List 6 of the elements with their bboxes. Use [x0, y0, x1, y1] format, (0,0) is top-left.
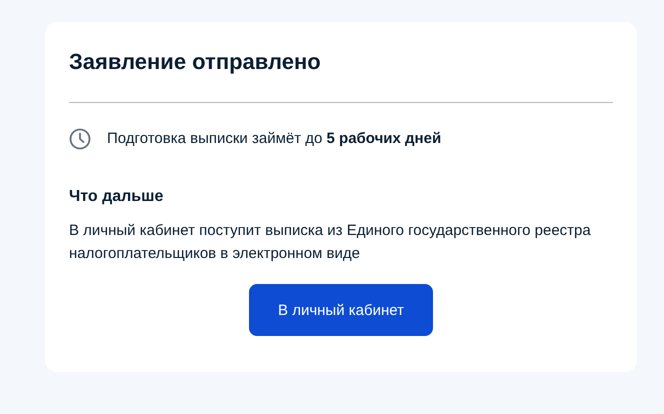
section-heading: Что дальше	[69, 187, 164, 207]
section-text: В личный кабинет поступит выписка из Единого государственного реестра налогоплательщиков в электронном виде	[69, 221, 592, 264]
card-title: Заявление отправлено	[69, 48, 322, 76]
cabinet-button[interactable]: В личный кабинет	[249, 284, 433, 336]
notice-text: Подготовка выписки займёт до 5 рабочих дней	[107, 129, 442, 149]
clock-icon	[69, 128, 91, 150]
